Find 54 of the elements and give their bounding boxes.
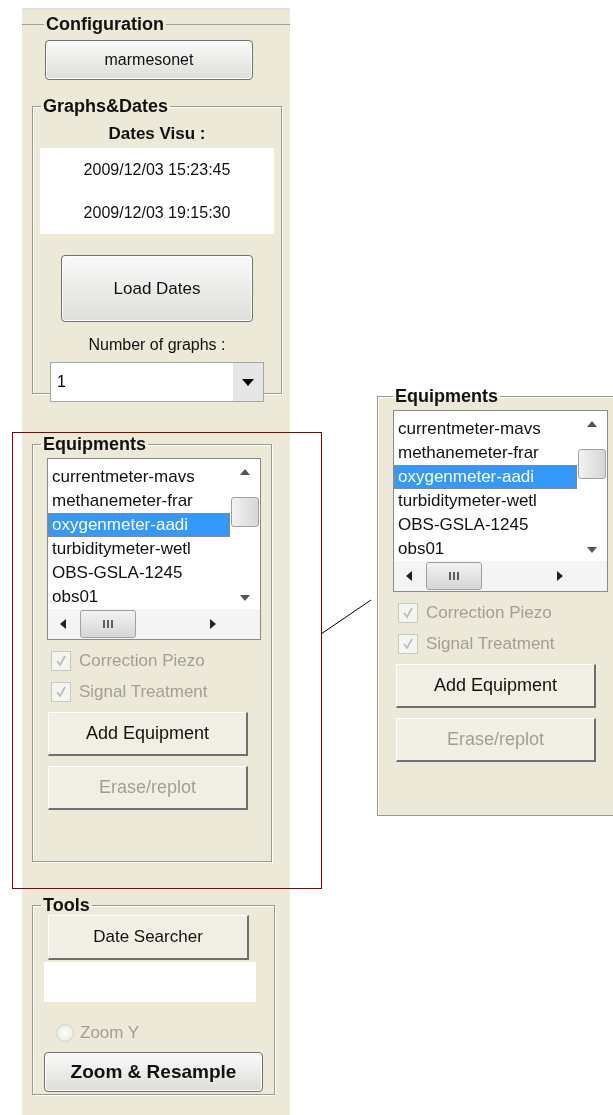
grip-icon	[447, 572, 461, 580]
grip-icon	[101, 620, 115, 628]
checkbox-label: Signal Treatment	[79, 682, 208, 702]
input-field[interactable]	[44, 962, 256, 1002]
zoom-resample-button[interactable]: Zoom & Resample	[44, 1052, 263, 1092]
dates-label: Dates Visu :	[108, 124, 206, 144]
list-item[interactable]: obs01	[394, 537, 577, 561]
scroll-thumb[interactable]	[578, 449, 606, 479]
check-icon	[402, 607, 414, 619]
list-item[interactable]: turbiditymeter-wetl	[48, 537, 230, 561]
list-item[interactable]: methanemeter-frar	[394, 441, 577, 465]
down-arrow-icon	[240, 595, 250, 601]
list-item[interactable]: obs01	[48, 585, 230, 609]
list-item[interactable]: currentmeter-mavs	[394, 417, 577, 441]
panel-title: Equipments	[394, 386, 499, 406]
equipment-button[interactable]: Add Equipment	[48, 712, 248, 756]
up-arrow-icon	[587, 421, 597, 427]
checkbox-label: Correction Piezo	[426, 603, 552, 623]
right-arrow-icon	[210, 619, 216, 629]
configuration-button[interactable]: marmesonet	[45, 40, 253, 80]
check-icon	[55, 686, 67, 698]
horizontal-scrollbar[interactable]	[48, 609, 260, 639]
panel-title: Configuration	[45, 14, 165, 34]
date-text: 2009/12/03 19:15:30	[83, 203, 231, 222]
left-arrow-icon	[406, 571, 412, 581]
list-item[interactable]: currentmeter-mavs	[48, 465, 230, 489]
scroll-thumb[interactable]	[231, 497, 259, 527]
panel-title: Graphs&Dates	[42, 96, 170, 116]
list-item[interactable]: OBS-GSLA-1245	[48, 561, 230, 585]
up-arrow-icon	[240, 469, 250, 475]
leader-line	[320, 599, 372, 635]
equipment-list[interactable]: currentmeter-mavs methanemeter-frar oxygenmeter-aadi turbiditymeter-wetl OBS-GSLA-1245 obs01	[393, 410, 608, 592]
list-item[interactable]: methanemeter-frar	[48, 489, 230, 513]
horizontal-scrollbar[interactable]	[394, 561, 607, 591]
radio-label: Zoom Y	[80, 1023, 140, 1043]
date-text: 2009/12/03 15:23:45	[83, 160, 231, 179]
dropdown-arrow-icon	[242, 378, 254, 386]
date-searcher-button[interactable]: Date Searcher	[48, 915, 249, 960]
list-item[interactable]: turbiditymeter-wetl	[394, 489, 577, 513]
list-item[interactable]: OBS-GSLA-1245	[394, 513, 577, 537]
check-icon	[55, 655, 67, 667]
checkbox-label: Signal Treatment	[426, 634, 555, 654]
checkbox-label: Correction Piezo	[79, 651, 205, 671]
panel-title: Tools	[42, 895, 91, 915]
right-arrow-icon	[557, 571, 563, 581]
load-dates-button[interactable]: Load Dates	[61, 255, 253, 322]
down-arrow-icon	[587, 547, 597, 553]
panel-title: Equipments	[42, 434, 147, 454]
equipment-button[interactable]: Add Equipment	[396, 664, 596, 708]
graphs-label: Number of graphs :	[88, 336, 226, 354]
graphs-dropdown[interactable]: 1	[50, 362, 264, 402]
equipment-list[interactable]: currentmeter-mavs methanemeter-frar oxygenmeter-aadi turbiditymeter-wetl OBS-GSLA-1245 obs01	[47, 458, 261, 640]
left-arrow-icon	[60, 619, 66, 629]
check-icon	[402, 638, 414, 650]
